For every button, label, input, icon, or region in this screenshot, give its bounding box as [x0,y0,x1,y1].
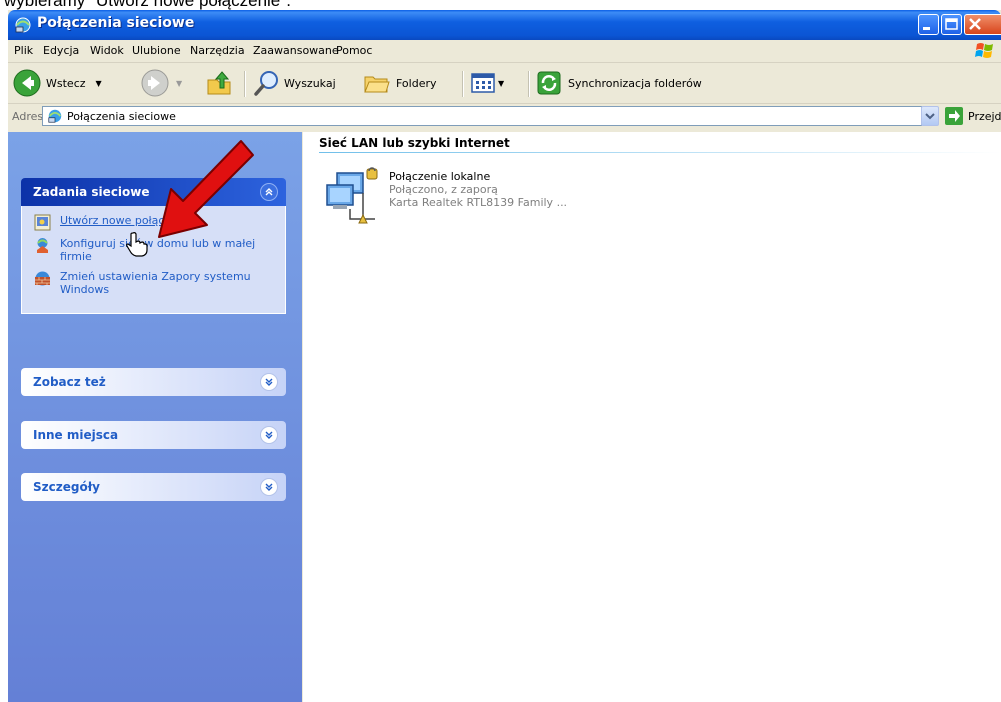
toolbar-separator [462,71,463,97]
menu-help[interactable]: Pomoc [336,44,372,57]
go-arrow-icon [945,107,963,125]
task-label: Zmień ustawienia Zapory systemu Windows [60,270,251,296]
address-bar: Adres Połączenia sieciowe Przejdź [8,104,1001,130]
search-label: Wyszukaj [284,76,336,90]
red-arrow-annotation [158,140,254,238]
menu-bar: Plik Edycja Widok Ulubione Narzędzia Zaa… [8,40,1001,63]
minimize-button[interactable] [918,14,939,35]
expand-chevron-icon[interactable] [260,373,278,391]
chevron-down-icon [925,113,935,120]
address-label: Adres [12,110,44,123]
address-input[interactable]: Połączenia sieciowe [42,106,922,126]
expand-chevron-icon[interactable] [260,478,278,496]
connection-status: Połączono, z zaporą [389,183,498,196]
address-value: Połączenia sieciowe [67,110,176,123]
window-title: Połączenia sieciowe [37,15,195,31]
panel-title: Zadania sieciowe [33,185,150,199]
menu-favorites[interactable]: Ulubione [132,44,181,57]
panel-header-other-places[interactable]: Inne miejsca [21,421,286,449]
title-bar[interactable]: Połączenia sieciowe [8,10,1001,40]
hand-cursor-icon [126,232,148,257]
views-dropdown-icon[interactable]: ▼ [498,79,504,88]
panel-other-places: Inne miejsca [21,421,286,449]
local-connection-item[interactable]: Połączenie lokalne Połączono, z zaporą K… [389,170,567,209]
forward-button[interactable]: ▼ [140,63,182,103]
new-connection-icon [34,214,51,231]
menu-view[interactable]: Widok [90,44,124,57]
local-connection-icon[interactable] [323,167,387,231]
up-folder-button[interactable] [204,63,234,103]
menu-tools[interactable]: Narzędzia [190,44,245,57]
menu-file[interactable]: Plik [14,44,33,57]
minimize-icon [923,27,930,30]
forward-arrow-icon [141,69,169,97]
toolbar: Wstecz ▼ ▼ Wyszukaj Foldery ▼ Synchroniz… [8,63,1001,104]
panel-details: Szczegóły [21,473,286,501]
search-button[interactable]: Wyszukaj [252,63,336,103]
connection-name: Połączenie lokalne [389,170,491,183]
back-button[interactable]: Wstecz ▼ [12,63,102,103]
search-icon [254,71,278,96]
close-button[interactable] [964,14,1001,35]
go-button[interactable]: Przejdź [944,106,1001,126]
folders-icon [364,76,390,93]
back-arrow-icon [13,69,41,97]
network-connections-icon [15,17,31,33]
forward-dropdown-icon[interactable]: ▼ [176,79,182,88]
address-dropdown-button[interactable] [921,106,939,126]
panel-title: Szczegóły [33,480,100,494]
menu-edit[interactable]: Edycja [43,44,79,57]
panel-see-also: Zobacz też [21,368,286,396]
toolbar-separator [244,71,245,97]
network-connections-icon [48,109,62,123]
task-firewall-settings[interactable]: Zmień ustawienia Zapory systemu Windows [34,270,275,296]
panel-header-details[interactable]: Szczegóły [21,473,286,501]
panel-title: Inne miejsca [33,428,119,442]
go-label: Przejdź [968,109,1001,123]
sync-folders-label: Synchronizacja folderów [568,76,702,90]
maximize-icon [945,18,958,30]
up-folder-icon [207,71,231,95]
home-network-icon [37,238,48,253]
group-title: Sieć LAN lub szybki Internet [319,136,510,150]
folders-label: Foldery [396,76,437,90]
sync-folders-button[interactable]: Synchronizacja folderów [534,63,702,103]
panel-title: Zobacz też [33,375,106,389]
toolbar-separator [528,71,529,97]
views-icon [471,73,495,93]
windows-logo-icon [975,43,993,58]
menu-advanced[interactable]: Zaawansowane [253,44,339,57]
back-label: Wstecz [46,76,86,90]
views-button[interactable]: ▼ [470,63,504,103]
panel-header-see-also[interactable]: Zobacz też [21,368,286,396]
sync-folders-icon [537,71,561,95]
explorer-window: Połączenia sieciowe Plik Edycja Widok Ul… [8,10,1001,702]
firewall-icon [35,271,50,286]
group-divider [319,152,1001,153]
connection-device: Karta Realtek RTL8139 Family ... [389,196,568,209]
back-dropdown-icon[interactable]: ▼ [96,79,102,88]
content-pane: Sieć LAN lub szybki Internet Połączenie … [303,132,1001,702]
close-icon [969,18,981,30]
folders-button[interactable]: Foldery [362,63,437,103]
expand-chevron-icon[interactable] [260,426,278,444]
tutorial-caption: wybieramy "Utwórz nowe połączenie". [4,0,292,10]
collapse-chevron-icon[interactable] [260,183,278,201]
maximize-button[interactable] [941,14,962,35]
